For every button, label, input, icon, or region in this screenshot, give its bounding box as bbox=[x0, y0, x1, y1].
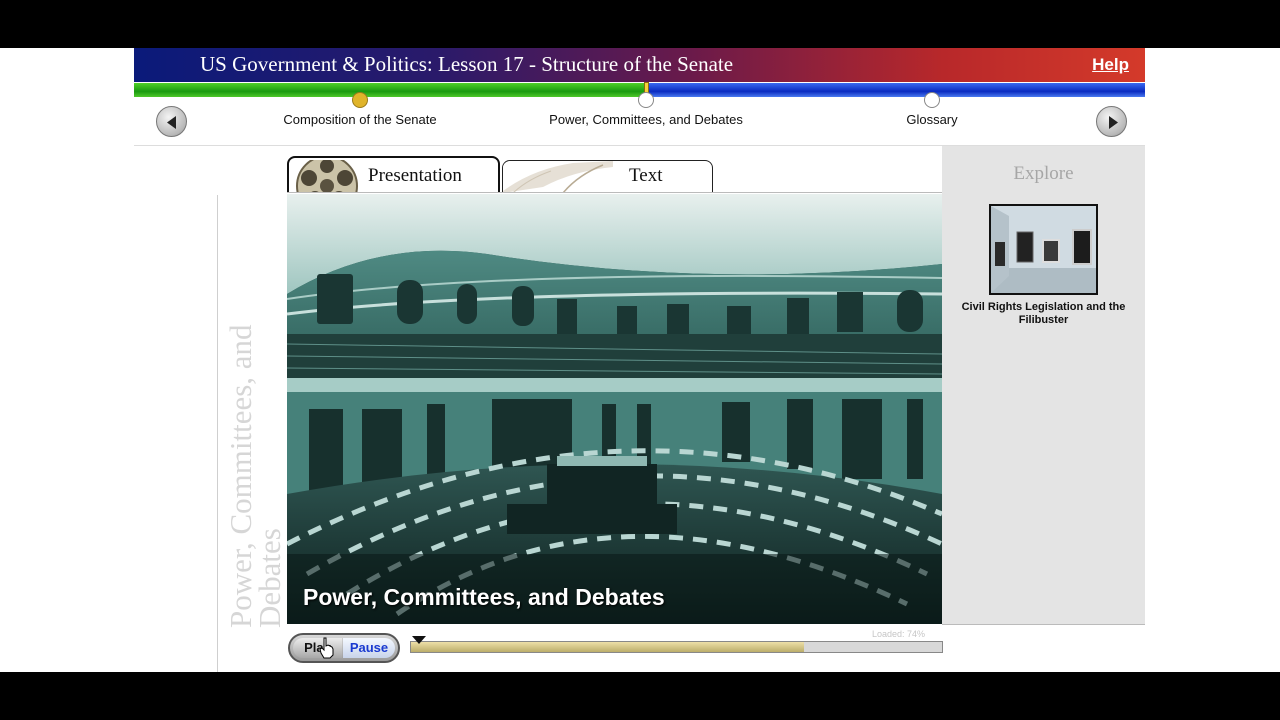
hand-cursor-icon bbox=[319, 637, 334, 659]
nav-item-glossary[interactable]: Glossary bbox=[906, 112, 957, 127]
lesson-window: US Government & Politics: Lesson 17 - St… bbox=[134, 48, 1145, 672]
next-button[interactable] bbox=[1096, 106, 1127, 137]
progress-completed-bar bbox=[134, 83, 645, 97]
prev-button[interactable] bbox=[156, 106, 187, 137]
scrubber-handle-icon[interactable] bbox=[412, 636, 426, 645]
section-title-vertical-wrap: Power, Committees, and Debates bbox=[223, 228, 287, 628]
title-bar: US Government & Politics: Lesson 17 - St… bbox=[134, 48, 1145, 82]
video-frame[interactable]: Power, Committees, and Debates bbox=[287, 194, 942, 624]
quill-icon bbox=[503, 161, 613, 192]
video-caption: Power, Committees, and Debates bbox=[303, 584, 665, 610]
left-arrow-icon bbox=[167, 116, 176, 129]
explore-thumbnail[interactable] bbox=[989, 204, 1098, 295]
explore-item-caption[interactable]: Civil Rights Legislation and the Filibus… bbox=[950, 301, 1137, 327]
senate-chamber-image bbox=[287, 194, 942, 624]
nav-item-composition[interactable]: Composition of the Senate bbox=[283, 112, 436, 127]
help-link[interactable]: Help bbox=[1092, 55, 1129, 75]
tab-presentation-label: Presentation bbox=[368, 165, 462, 186]
tab-text-label: Text bbox=[629, 165, 663, 186]
progress-remaining-bar bbox=[647, 83, 1145, 97]
explore-title: Explore bbox=[1013, 163, 1074, 184]
section-title-vertical: Power, Committees, and Debates bbox=[223, 324, 287, 628]
nav-dot-composition[interactable] bbox=[352, 92, 368, 108]
progress-bar[interactable] bbox=[410, 641, 943, 653]
progress-bar-fill bbox=[411, 642, 804, 652]
right-arrow-icon bbox=[1109, 116, 1118, 129]
nav-dot-powers[interactable] bbox=[638, 92, 654, 108]
nav-dot-glossary[interactable] bbox=[924, 92, 940, 108]
lesson-title: US Government & Politics: Lesson 17 - St… bbox=[200, 52, 734, 76]
explore-panel: Explore Civil Rights Legislation and the… bbox=[942, 146, 1145, 624]
panel-bottom-divider bbox=[942, 624, 1145, 625]
tab-text[interactable]: Text bbox=[502, 160, 713, 192]
playback-controls: Play Pause bbox=[288, 633, 400, 663]
loaded-status: Loaded: 74% bbox=[872, 629, 926, 639]
pause-button[interactable]: Pause bbox=[343, 638, 395, 658]
nav-item-powers[interactable]: Power, Committees, and Debates bbox=[549, 112, 743, 127]
gallery-thumbnail-image bbox=[991, 206, 1096, 293]
tab-presentation[interactable]: Presentation bbox=[287, 156, 500, 192]
film-reel-icon bbox=[296, 160, 358, 192]
side-divider bbox=[217, 195, 218, 672]
